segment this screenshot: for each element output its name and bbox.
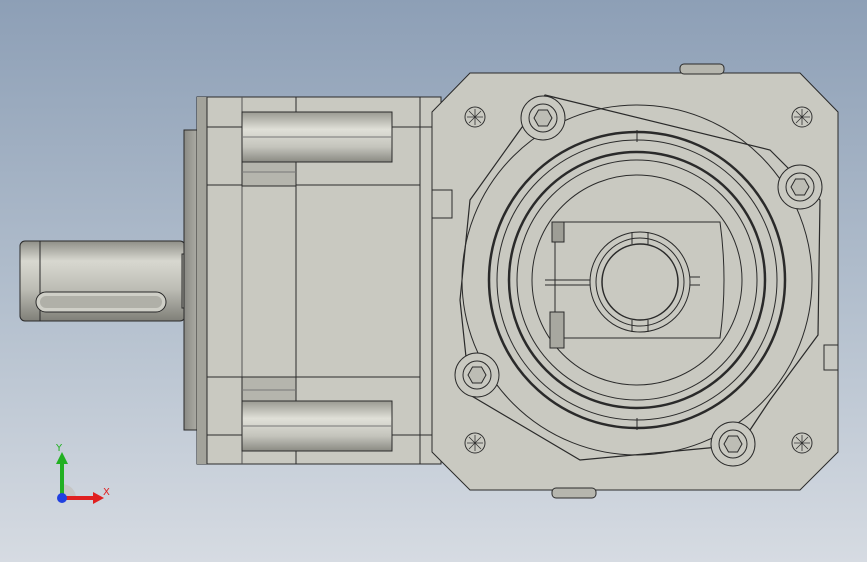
hex-bolt-top[interactable] [520,95,566,141]
y-axis-label: Y [55,443,63,454]
corner-screw-bottom-left[interactable] [464,432,486,454]
hex-bolt-right[interactable] [777,164,823,210]
graphics-viewport[interactable]: Y X [0,0,867,562]
corner-screw-top-right[interactable] [791,106,813,128]
output-shaft[interactable] [19,240,199,322]
x-axis-label: X [103,487,110,498]
output-hub[interactable] [545,221,725,349]
hex-bolt-left[interactable] [454,352,500,398]
gearbox-model[interactable] [0,0,867,562]
z-axis-dot [57,493,67,503]
corner-screw-bottom-right[interactable] [791,432,813,454]
corner-screw-top-left[interactable] [464,106,486,128]
orientation-triad[interactable]: Y X [40,440,120,510]
top-plug [679,63,725,75]
hex-bolt-bottom[interactable] [710,421,756,467]
bottom-plug [551,487,597,499]
